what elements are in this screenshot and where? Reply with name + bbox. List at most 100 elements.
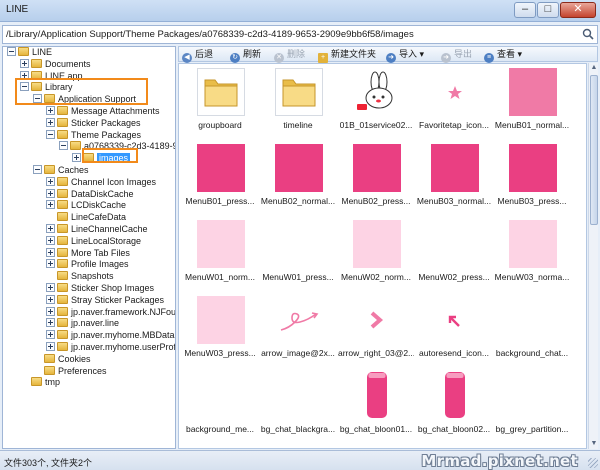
expand-icon[interactable] — [46, 306, 55, 316]
tree-item[interactable]: Sticker Shop Images — [46, 282, 154, 294]
address-bar[interactable]: /Library/Application Support/Theme Packa… — [2, 25, 598, 44]
maximize-button[interactable]: □ — [537, 2, 559, 18]
tree-item[interactable]: LineCafeData — [46, 211, 126, 223]
back-button[interactable]: ◀ 后退 — [182, 48, 213, 63]
collapse-icon[interactable] — [46, 129, 55, 139]
expand-icon[interactable] — [46, 330, 55, 340]
file-item[interactable]: bg_chat_bloon02... — [416, 370, 492, 446]
new-folder-icon: + — [318, 53, 328, 63]
tree-item[interactable]: jp.naver.line — [46, 317, 119, 329]
expand-icon[interactable] — [46, 117, 55, 127]
file-item[interactable]: bg_grey_partition... — [494, 370, 570, 446]
tree-item[interactable]: LCDiskCache — [46, 199, 126, 211]
expand-icon[interactable] — [46, 224, 55, 233]
file-item[interactable]: MenuB03_normal... — [416, 142, 492, 218]
tree-item[interactable]: tmp — [20, 376, 60, 388]
tree-item[interactable]: More Tab Files — [46, 247, 130, 259]
tree-item[interactable]: jp.naver.myhome.userProfileImage — [46, 341, 175, 353]
expand-icon[interactable] — [46, 106, 55, 115]
tree-item[interactable]: Caches — [33, 164, 89, 176]
file-grid[interactable]: groupboard timeline 01B_01service02... Favo… — [178, 63, 587, 449]
file-item[interactable]: background_chat... — [494, 294, 570, 370]
file-item[interactable]: arrow_right_03@2... — [338, 294, 414, 370]
scroll-down-icon[interactable]: ▼ — [589, 439, 599, 449]
folder-icon — [57, 259, 68, 269]
tree-item[interactable]: DataDiskCache — [46, 188, 134, 200]
folder-tree[interactable]: LINE Documents LINE.app Library Application … — [2, 46, 176, 449]
file-item[interactable]: bg_chat_bloon01... — [338, 370, 414, 446]
file-item[interactable]: MenuW03_norma... — [494, 218, 570, 294]
view-button[interactable]: ≡ 查看 ▾ — [484, 48, 522, 63]
tree-item[interactable]: Stray Sticker Packages — [46, 294, 164, 306]
file-item[interactable]: MenuB03_press... — [494, 142, 570, 218]
file-item[interactable]: arrow_image@2x... — [260, 294, 336, 370]
file-item[interactable]: MenuB01_press... — [182, 142, 258, 218]
minimize-button[interactable]: – — [514, 2, 536, 18]
file-item[interactable]: Favoritetap_icon... — [416, 66, 492, 142]
new-folder-button[interactable]: + 新建文件夹 — [318, 48, 376, 63]
delete-button[interactable]: ✕ 删除 — [274, 48, 305, 63]
tree-item[interactable]: Profile Images — [46, 258, 129, 270]
file-item[interactable]: autoresend_icon... — [416, 294, 492, 370]
tree-item[interactable]: Channel Icon Images — [46, 176, 156, 188]
collapse-icon — [46, 271, 55, 280]
tree-item[interactable]: Preferences — [33, 365, 107, 377]
file-item[interactable]: MenuB02_press... — [338, 142, 414, 218]
scroll-up-icon[interactable]: ▲ — [589, 63, 599, 73]
expand-icon[interactable] — [46, 259, 55, 269]
tree-item[interactable]: jp.naver.framework.NJFoundation — [46, 306, 175, 318]
expand-icon[interactable] — [20, 58, 29, 68]
collapse-icon[interactable] — [59, 141, 68, 151]
folder-item[interactable]: timeline — [260, 66, 336, 142]
expand-icon[interactable] — [46, 342, 55, 351]
import-button[interactable]: ➜ 导入 ▾ — [386, 48, 424, 63]
file-item[interactable]: bg_chat_blackgra... — [260, 370, 336, 446]
refresh-button[interactable]: ↻ 刷新 — [230, 48, 261, 63]
expand-icon[interactable] — [46, 176, 55, 186]
tree-item[interactable]: Theme Packages — [46, 129, 141, 141]
folder-icon — [57, 330, 68, 340]
export-button[interactable]: ➜ 导出 — [441, 48, 472, 63]
file-item[interactable]: MenuW02_norm... — [338, 218, 414, 294]
vertical-scrollbar[interactable]: ▲ ▼ — [588, 63, 598, 449]
tree-item[interactable]: Snapshots — [46, 270, 114, 282]
close-button[interactable]: ✕ — [560, 2, 596, 18]
file-item[interactable]: MenuB01_normal... — [494, 66, 570, 142]
file-item[interactable]: MenuB02_normal... — [260, 142, 336, 218]
file-item[interactable]: MenuW01_norm... — [182, 218, 258, 294]
file-item[interactable]: MenuW03_press... — [182, 294, 258, 370]
folder-icon — [57, 318, 68, 328]
file-item[interactable]: 01B_01service02... — [338, 66, 414, 142]
tree-item[interactable]: LineChannelCache — [46, 223, 148, 235]
scrollbar-thumb[interactable] — [590, 75, 598, 225]
file-thumbnail — [275, 144, 323, 192]
file-item[interactable]: MenuW02_press... — [416, 218, 492, 294]
tree-item[interactable]: Sticker Packages — [46, 117, 141, 129]
tree-item[interactable]: Cookies — [33, 353, 91, 365]
tree-item[interactable]: LINE — [7, 47, 53, 58]
tree-item[interactable]: jp.naver.myhome.MBDataResults — [46, 329, 175, 341]
search-icon[interactable] — [582, 28, 594, 40]
expand-icon[interactable] — [46, 283, 55, 292]
expand-icon[interactable] — [46, 294, 55, 304]
file-item[interactable]: background_me... — [182, 370, 258, 446]
folder-item[interactable]: groupboard — [182, 66, 258, 142]
collapse-icon[interactable] — [33, 165, 42, 174]
folder-icon — [70, 141, 81, 151]
expand-icon[interactable] — [46, 318, 55, 328]
resize-grip-icon[interactable] — [588, 458, 598, 468]
collapse-icon[interactable] — [7, 47, 16, 56]
tree-item[interactable]: Documents — [20, 58, 91, 70]
expand-icon[interactable] — [46, 235, 55, 245]
tree-item-label: LINE — [32, 47, 53, 57]
expand-icon[interactable] — [46, 200, 55, 210]
expand-icon[interactable] — [46, 188, 55, 198]
highlight-library-box — [15, 78, 148, 105]
expand-icon[interactable] — [72, 153, 81, 163]
file-name: timeline — [283, 120, 313, 130]
expand-icon[interactable] — [46, 247, 55, 257]
file-thumbnail — [275, 296, 323, 344]
tree-item[interactable]: Message Attachments — [46, 105, 160, 117]
file-item[interactable]: MenuW01_press... — [260, 218, 336, 294]
tree-item[interactable]: LineLocalStorage — [46, 235, 141, 247]
